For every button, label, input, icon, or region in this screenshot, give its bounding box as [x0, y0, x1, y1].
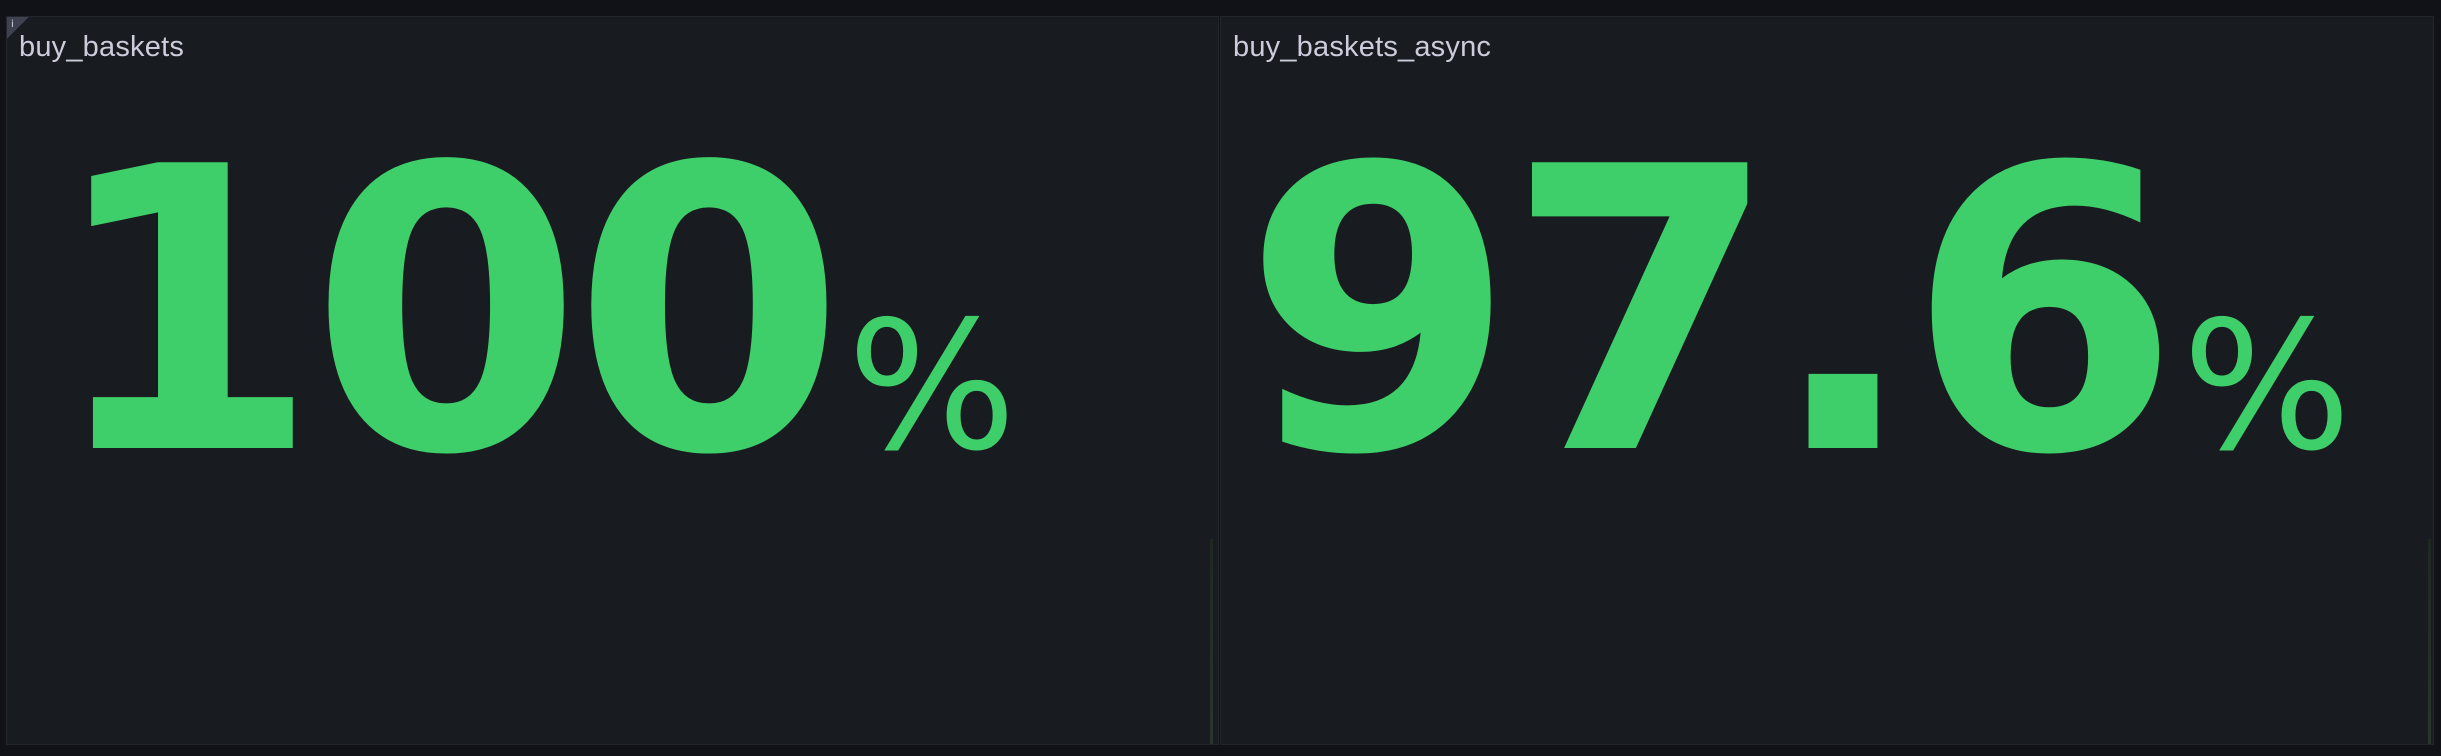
stat-value-display: 100%	[47, 117, 1016, 509]
panel-title[interactable]: buy_baskets	[19, 31, 184, 64]
stat-unit: %	[2182, 283, 2352, 490]
info-icon-glyph: i	[11, 19, 14, 30]
panel-title[interactable]: buy_baskets_async	[1233, 31, 1491, 64]
sparkline	[1210, 539, 1213, 744]
stat-panel-buy-baskets[interactable]: i buy_baskets 100%	[6, 16, 1219, 745]
stat-panel-buy-baskets-async[interactable]: buy_baskets_async 97.6%	[1220, 16, 2434, 745]
dashboard: i buy_baskets 100% buy_baskets_async 97.…	[0, 0, 2441, 756]
stat-value: 100	[47, 85, 845, 541]
stat-unit: %	[847, 283, 1017, 490]
sparkline	[2428, 539, 2431, 744]
stat-value-display: 97.6%	[1243, 117, 2351, 509]
stat-value: 97.6	[1243, 85, 2180, 541]
